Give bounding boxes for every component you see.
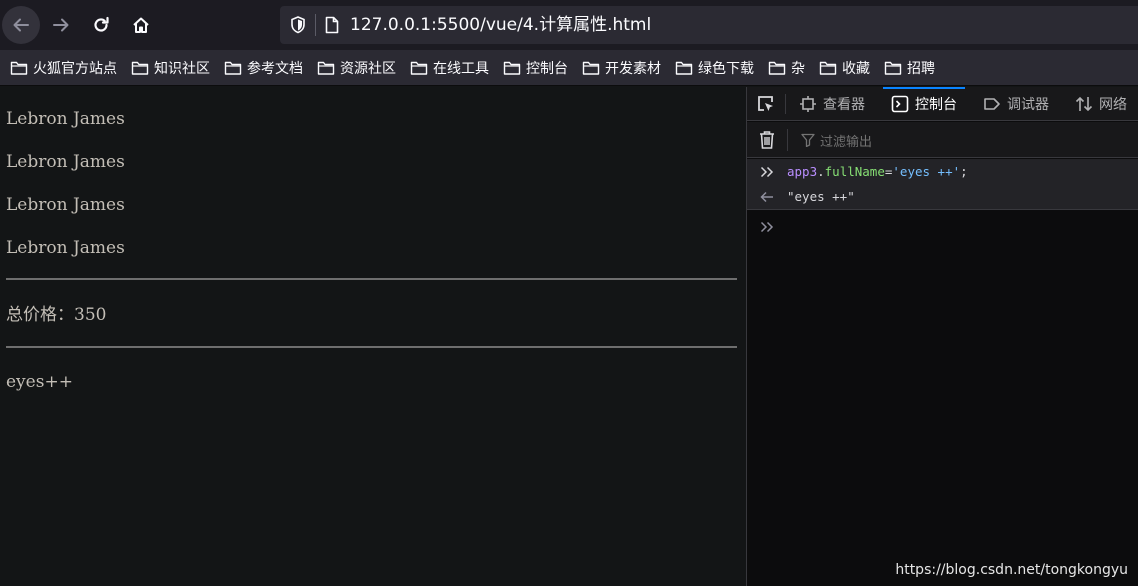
navigation-toolbar: 127.0.0.1:5500/vue/4.计算属性.html xyxy=(0,0,1138,50)
folder-icon xyxy=(768,60,786,76)
code-string: 'eyes ++' xyxy=(892,164,961,179)
trash-icon xyxy=(760,131,774,149)
devtools-panel: 查看器 控制台 调试器 网络 过滤输出 app3 . fullName = 'e… xyxy=(746,87,1138,586)
input-chevron-icon xyxy=(747,159,787,184)
folder-icon xyxy=(503,60,521,76)
element-picker-button[interactable] xyxy=(755,94,777,114)
bookmark-folder[interactable]: 知识社区 xyxy=(131,54,210,82)
bookmark-folder[interactable]: 火狐官方站点 xyxy=(10,54,117,82)
tab-label: 调试器 xyxy=(1007,97,1049,113)
bookmark-folder[interactable]: 收藏 xyxy=(819,54,870,82)
element-picker-icon xyxy=(758,96,773,111)
tab-label: 控制台 xyxy=(915,97,957,113)
code-property: fullName xyxy=(824,164,885,179)
folder-icon xyxy=(317,60,335,76)
back-button[interactable] xyxy=(2,6,40,44)
console-icon xyxy=(891,95,909,113)
bookmark-folder[interactable]: 绿色下载 xyxy=(675,54,754,82)
divider xyxy=(6,346,737,348)
bookmark-folder[interactable]: 在线工具 xyxy=(410,54,489,82)
console-toolbar: 过滤输出 xyxy=(747,122,1138,158)
folder-icon xyxy=(819,60,837,76)
bookmark-label: 在线工具 xyxy=(433,60,489,77)
forward-arrow-icon xyxy=(53,18,69,32)
name-paragraph-1: Lebron James xyxy=(6,109,125,129)
bookmark-label: 控制台 xyxy=(526,60,568,77)
bookmark-folder[interactable]: 资源社区 xyxy=(317,54,396,82)
tab-network[interactable]: 网络 xyxy=(1075,87,1127,121)
bookmark-label: 绿色下载 xyxy=(698,60,754,77)
bookmark-label: 开发素材 xyxy=(605,60,661,77)
prompt-chevron-icon xyxy=(760,221,774,233)
bookmark-folder[interactable]: 招聘 xyxy=(884,54,935,82)
filter-placeholder: 过滤输出 xyxy=(820,134,873,150)
bookmark-label: 资源社区 xyxy=(340,60,396,77)
total-price: 总价格：350 xyxy=(6,305,107,325)
tracking-protection-shield-icon[interactable] xyxy=(288,15,308,35)
page-content: Lebron James Lebron James Lebron James L… xyxy=(0,87,746,586)
bookmarks-toolbar: 火狐官方站点 知识社区 参考文档 资源社区 在线工具 控制台 开发素材 绿色下载 杂 收藏 招聘 xyxy=(0,50,1138,86)
url-separator xyxy=(315,14,316,36)
network-icon xyxy=(1075,95,1093,113)
bookmark-folder[interactable]: 杂 xyxy=(768,54,805,82)
filter-icon xyxy=(801,133,815,147)
console-result-entry: "eyes ++" xyxy=(747,184,1138,210)
page-document-icon[interactable] xyxy=(322,15,342,35)
full-name-output: eyes++ xyxy=(6,372,73,392)
console-input-entry: app3. fullName ='eyes ++'; xyxy=(747,159,1138,184)
tab-label: 网络 xyxy=(1099,97,1127,113)
name-paragraph-4: Lebron James xyxy=(6,238,125,258)
inspector-icon xyxy=(799,95,817,113)
folder-icon xyxy=(410,60,428,76)
bookmark-folder[interactable]: 开发素材 xyxy=(582,54,661,82)
bookmark-label: 杂 xyxy=(791,60,805,77)
console-prompt-input[interactable] xyxy=(747,213,787,241)
code-assign: = xyxy=(884,164,893,179)
name-paragraph-2: Lebron James xyxy=(6,152,125,172)
divider xyxy=(6,278,737,280)
bookmark-label: 火狐官方站点 xyxy=(33,60,117,77)
reload-icon xyxy=(94,16,109,32)
code-semicolon: ; xyxy=(960,164,968,179)
tab-divider xyxy=(785,94,786,114)
result-arrow-icon xyxy=(747,184,787,209)
home-button[interactable] xyxy=(122,6,160,44)
bookmark-label: 招聘 xyxy=(907,60,935,77)
tab-console[interactable]: 控制台 xyxy=(883,87,965,121)
folder-icon xyxy=(884,60,902,76)
devtools-tab-bar: 查看器 控制台 调试器 网络 xyxy=(747,87,1138,121)
code-dot: . xyxy=(817,164,825,179)
folder-icon xyxy=(10,60,28,76)
folder-icon xyxy=(224,60,242,76)
toolbar-divider xyxy=(787,129,788,151)
folder-icon xyxy=(675,60,693,76)
filter-output-input[interactable]: 过滤输出 xyxy=(801,130,872,150)
clear-console-button[interactable] xyxy=(757,130,777,150)
tab-inspector[interactable]: 查看器 xyxy=(799,87,865,121)
url-text[interactable]: 127.0.0.1:5500/vue/4.计算属性.html xyxy=(350,15,651,35)
name-paragraph-3: Lebron James xyxy=(6,195,125,215)
code-variable: app3 xyxy=(787,164,818,179)
folder-icon xyxy=(582,60,600,76)
back-arrow-icon xyxy=(13,18,29,32)
bookmark-label: 收藏 xyxy=(842,60,870,77)
watermark-text: https://blog.csdn.net/tongkongyu xyxy=(895,562,1128,578)
url-bar[interactable]: 127.0.0.1:5500/vue/4.计算属性.html xyxy=(280,6,1138,44)
bookmark-folder[interactable]: 参考文档 xyxy=(224,54,303,82)
debugger-icon xyxy=(983,95,1001,113)
tab-debugger[interactable]: 调试器 xyxy=(983,87,1049,121)
tab-label: 查看器 xyxy=(823,97,865,113)
forward-button[interactable] xyxy=(42,6,80,44)
folder-icon xyxy=(131,60,149,76)
bookmark-label: 参考文档 xyxy=(247,60,303,77)
bookmark-folder[interactable]: 控制台 xyxy=(503,54,568,82)
result-value: "eyes ++" xyxy=(787,189,855,204)
bookmark-label: 知识社区 xyxy=(154,60,210,77)
reload-button[interactable] xyxy=(82,6,120,44)
home-icon xyxy=(133,17,149,33)
